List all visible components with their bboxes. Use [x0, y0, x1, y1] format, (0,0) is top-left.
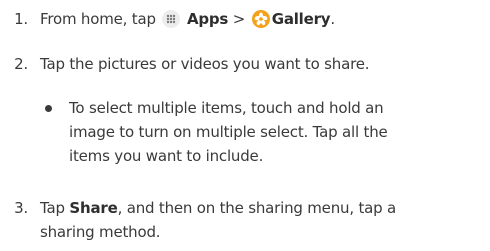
- step-text: Tap Share, and then on the sharing menu,…: [40, 196, 490, 244]
- step-3-line-2: sharing method.: [40, 223, 161, 241]
- step-3-rest: , and then on the sharing menu, tap a: [117, 199, 397, 217]
- step-number: 2.: [14, 55, 28, 73]
- bullet-icon: [0, 96, 58, 120]
- apps-label: Apps: [186, 10, 229, 28]
- substep-text: To select multiple items, touch and hold…: [58, 96, 490, 168]
- instructions: 1. From home, tap Apps > Gallery. 2. Tap…: [0, 0, 490, 251]
- substep-line-2: image to turn on multiple select. Tap al…: [69, 123, 388, 141]
- step-text: Tap the pictures or videos you want to s…: [40, 55, 370, 73]
- step-number: 1.: [14, 10, 28, 28]
- gallery-label: Gallery: [271, 10, 331, 28]
- step-1-prefix: From home, tap: [40, 10, 156, 28]
- substep-line-3: items you want to include.: [69, 147, 264, 165]
- step-1: 1. From home, tap Apps > Gallery.: [0, 7, 490, 31]
- period: .: [330, 10, 335, 28]
- substep-line-1: To select multiple items, touch and hold…: [69, 99, 384, 117]
- separator: >: [232, 10, 246, 28]
- substep-bullet: To select multiple items, touch and hold…: [0, 96, 490, 168]
- step-text: From home, tap Apps > Gallery.: [40, 7, 490, 31]
- step-number: 3.: [14, 199, 28, 217]
- step-3-pre: Tap: [40, 199, 65, 217]
- step-2: 2. Tap the pictures or videos you want t…: [0, 52, 490, 76]
- gallery-flower-icon: [251, 10, 270, 28]
- share-label: Share: [69, 199, 118, 217]
- apps-grid-icon: [162, 10, 181, 28]
- step-3: 3. Tap Share, and then on the sharing me…: [0, 196, 490, 244]
